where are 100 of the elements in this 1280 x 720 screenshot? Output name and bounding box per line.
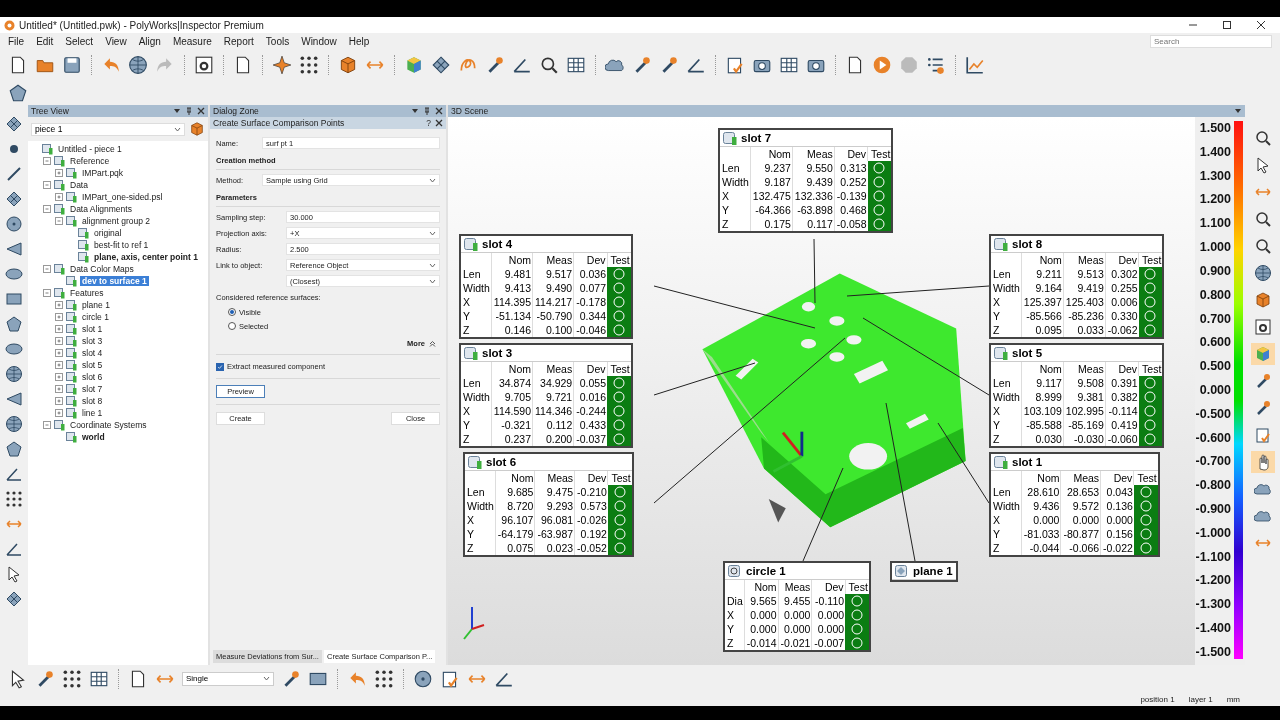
cone-icon[interactable]: [5, 390, 23, 408]
status-item[interactable]: position 1: [1140, 694, 1175, 704]
tree-item[interactable]: Data Alignments: [68, 204, 134, 214]
tree-item[interactable]: line 1: [80, 408, 105, 418]
tree-item[interactable]: best-fit to ref 1: [92, 240, 151, 250]
cube-icon[interactable]: [189, 121, 205, 137]
tree-item[interactable]: IMPart.pqk: [80, 168, 126, 178]
cone-icon[interactable]: [5, 240, 23, 258]
globe-icon[interactable]: [5, 365, 23, 383]
menu-item[interactable]: File: [8, 36, 25, 47]
pentagon-icon[interactable]: [8, 82, 28, 103]
circle-icon[interactable]: [5, 215, 23, 233]
close-icon[interactable]: [435, 119, 443, 127]
expand-icon[interactable]: [55, 337, 63, 345]
table-icon[interactable]: [566, 55, 586, 75]
collapse-icon[interactable]: [43, 181, 51, 189]
piece-dropdown[interactable]: piece 1: [31, 122, 185, 136]
menu-item[interactable]: View: [105, 36, 127, 47]
menu-item[interactable]: Edit: [36, 36, 54, 47]
tree-item[interactable]: slot 7: [80, 384, 105, 394]
expand-icon[interactable]: [55, 193, 63, 201]
expand-icon[interactable]: [55, 301, 63, 309]
rectangle-icon[interactable]: [5, 290, 23, 308]
collapse-icon[interactable]: [43, 421, 51, 429]
menu-item[interactable]: Tools: [265, 36, 290, 47]
expand-icon[interactable]: [55, 373, 63, 381]
expand-icon[interactable]: [55, 313, 63, 321]
tree-item[interactable]: alignment group 2: [80, 216, 153, 226]
collapse-icon[interactable]: [55, 217, 63, 225]
expand-icon[interactable]: [55, 385, 63, 393]
tree-item[interactable]: slot 4: [80, 348, 105, 358]
checkbox[interactable]: [216, 362, 224, 371]
cube-icon[interactable]: [338, 55, 358, 75]
help-button[interactable]: ?: [426, 118, 431, 128]
tree-item[interactable]: Features: [68, 288, 106, 298]
tree-item[interactable]: Data: [68, 180, 90, 190]
tree-item[interactable]: IMPart_one-sided.psl: [80, 192, 165, 202]
menu-item[interactable]: Select: [65, 36, 94, 47]
collapse-icon[interactable]: [43, 289, 51, 297]
circle-icon[interactable]: [413, 668, 433, 689]
star-icon[interactable]: [272, 55, 292, 75]
close-icon[interactable]: [1256, 20, 1266, 30]
maximize-icon[interactable]: [1222, 20, 1232, 30]
status-item[interactable]: layer 1: [1188, 694, 1213, 704]
radio-button[interactable]: [228, 308, 236, 316]
grid-icon[interactable]: [5, 190, 23, 208]
tree-item[interactable]: slot 8: [80, 396, 105, 406]
expand-icon[interactable]: [55, 409, 63, 417]
menu-item[interactable]: Measure: [172, 36, 212, 47]
grid-icon[interactable]: [5, 115, 23, 133]
pin-icon[interactable]: [423, 107, 431, 115]
caret-icon[interactable]: [1234, 107, 1242, 115]
dots-icon[interactable]: [5, 490, 23, 508]
grid-icon[interactable]: [5, 590, 23, 608]
menu-item[interactable]: Report: [223, 36, 254, 47]
collapse-icon[interactable]: [43, 205, 51, 213]
tree-item[interactable]: Data Color Maps: [68, 264, 136, 274]
cube-icon[interactable]: [404, 55, 424, 75]
tree-item[interactable]: original: [92, 228, 124, 238]
search-icon[interactable]: [539, 55, 559, 75]
tree-item[interactable]: Untitled - piece 1: [56, 144, 124, 154]
list-icon[interactable]: [926, 55, 946, 75]
line-icon[interactable]: [5, 165, 23, 183]
menu-item[interactable]: Align: [138, 36, 161, 47]
ellipse-icon[interactable]: [5, 265, 23, 283]
chart-icon[interactable]: [965, 55, 985, 75]
expand-icon[interactable]: [55, 169, 63, 177]
tree-item[interactable]: slot 6: [80, 372, 105, 382]
dots-icon[interactable]: [299, 55, 319, 75]
menu-item[interactable]: Window: [301, 36, 337, 47]
expand-icon[interactable]: [55, 397, 63, 405]
menu-item[interactable]: Help: [348, 36, 370, 47]
search-field[interactable]: Search: [1150, 35, 1272, 48]
tree-item[interactable]: plane 1: [80, 300, 112, 310]
tree-item[interactable]: Coordinate Systems: [68, 420, 149, 430]
collapse-icon[interactable]: [43, 157, 51, 165]
pentagon-icon[interactable]: [5, 315, 23, 333]
close-icon[interactable]: [197, 107, 205, 115]
clipboard-icon[interactable]: [725, 55, 745, 75]
globe-icon[interactable]: [128, 55, 148, 75]
grid-icon[interactable]: [431, 55, 451, 75]
tree-item[interactable]: slot 1: [80, 324, 105, 334]
mode-dropdown[interactable]: Single: [182, 671, 274, 686]
collapse-icon[interactable]: [429, 340, 436, 347]
pentagon-icon[interactable]: [5, 440, 23, 458]
tree-item[interactable]: Reference: [68, 156, 112, 166]
tree-item[interactable]: plane, axis, center point 1: [92, 252, 200, 262]
expand-icon[interactable]: [55, 325, 63, 333]
ellipse-icon[interactable]: [5, 340, 23, 358]
status-item[interactable]: mm: [1226, 694, 1240, 704]
expand-icon[interactable]: [55, 361, 63, 369]
tree-item[interactable]: slot 5: [80, 360, 105, 370]
save-icon[interactable]: [62, 55, 82, 75]
tree-item[interactable]: slot 3: [80, 336, 105, 346]
dots-icon[interactable]: [62, 668, 82, 689]
globe-icon[interactable]: [5, 415, 23, 433]
tree-item[interactable]: world: [80, 432, 107, 442]
caret-icon[interactable]: [173, 107, 181, 115]
tree-item[interactable]: dev to surface 1: [80, 276, 149, 286]
settings-icon[interactable]: [194, 55, 214, 75]
